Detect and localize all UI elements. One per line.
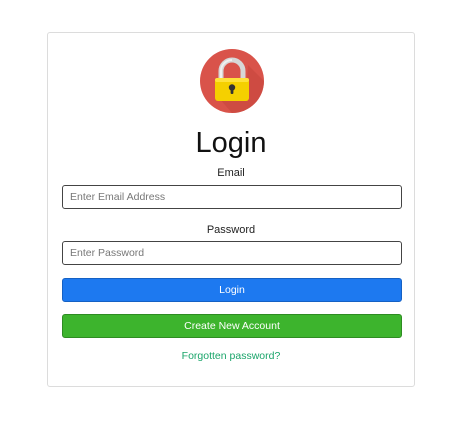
password-field[interactable] (62, 241, 402, 265)
email-label: Email (217, 167, 245, 179)
email-field[interactable] (62, 185, 402, 209)
login-card: Login Email Password Login Create New Ac… (47, 32, 415, 387)
create-account-button[interactable]: Create New Account (62, 314, 402, 338)
page-title: Login (195, 127, 267, 159)
forgot-password-link[interactable]: Forgotten password? (48, 349, 414, 363)
login-button[interactable]: Login (62, 278, 402, 302)
password-label: Password (206, 224, 256, 236)
lock-icon (200, 49, 264, 113)
